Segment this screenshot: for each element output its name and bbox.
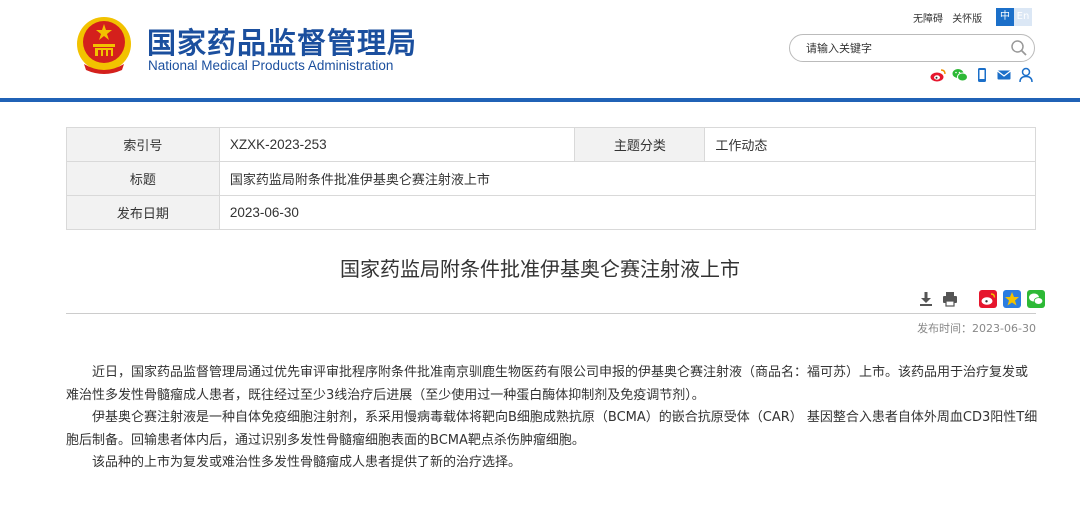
mobile-icon[interactable]: [974, 67, 990, 83]
share-qzone-icon[interactable]: [1003, 290, 1021, 308]
share-weibo-icon[interactable]: [979, 290, 997, 308]
article-paragraph: 伊基奥仑赛注射液是一种自体免疫细胞注射剂，系采用慢病毒载体将靶向B细胞成熟抗原（…: [66, 410, 1038, 448]
article-divider: [66, 313, 1036, 314]
top-links: 无障碍 关怀版: [913, 10, 988, 25]
search-input[interactable]: [806, 40, 1006, 57]
search-box: [789, 34, 1035, 62]
index-label: 索引号: [66, 127, 220, 162]
mail-icon[interactable]: [996, 67, 1012, 83]
date-value: 2023-06-30: [218, 195, 1037, 230]
national-emblem-icon: [77, 17, 131, 74]
index-value: XZXK-2023-253: [218, 127, 576, 162]
print-icon[interactable]: [941, 290, 959, 308]
download-icon[interactable]: [917, 290, 935, 308]
search-icon[interactable]: [1010, 39, 1028, 57]
title-label: 标题: [66, 161, 220, 196]
document-info-table: 索引号 XZXK-2023-253 主题分类 工作动态 标题 国家药监局附条件批…: [66, 127, 1037, 230]
site-header: 国家药品监督管理局 National Medical Products Admi…: [0, 0, 1080, 100]
category-label: 主题分类: [574, 127, 706, 162]
title-value: 国家药监局附条件批准伊基奥仑赛注射液上市: [218, 161, 1037, 196]
care-mode-link[interactable]: 关怀版: [952, 14, 982, 25]
wechat-icon[interactable]: [952, 67, 968, 83]
social-icons: [930, 67, 1034, 83]
user-icon[interactable]: [1018, 67, 1034, 83]
article-paragraph: 该品种的上市为复发或难治性多发性骨髓瘤成人患者提供了新的治疗选择。: [92, 455, 522, 470]
table-row: 标题 国家药监局附条件批准伊基奥仑赛注射液上市: [66, 161, 1037, 196]
article-body: 近日，国家药品监督管理局通过优先审评审批程序附条件批准南京驯鹿生物医药有限公司申…: [66, 362, 1038, 475]
lang-en-button[interactable]: En: [1014, 8, 1032, 26]
article-tools: [917, 290, 1045, 308]
publish-time: 发布时间：2023-06-30: [917, 322, 1036, 335]
article-paragraph: 近日，国家药品监督管理局通过优先审评审批程序附条件批准南京驯鹿生物医药有限公司申…: [66, 365, 1029, 403]
site-name-cn: 国家药品监督管理局: [147, 26, 418, 60]
share-wechat-icon[interactable]: [1027, 290, 1045, 308]
weibo-icon[interactable]: [930, 67, 946, 83]
category-value: 工作动态: [704, 127, 1036, 162]
article-title: 国家药监局附条件批准伊基奥仑赛注射液上市: [340, 257, 740, 281]
table-row: 索引号 XZXK-2023-253 主题分类 工作动态: [66, 127, 1036, 162]
header-divider-bar: [0, 98, 1080, 102]
language-switch: 中 En: [996, 8, 1032, 26]
date-label: 发布日期: [66, 195, 220, 230]
site-name-en: National Medical Products Administration: [148, 58, 394, 73]
lang-zh-button[interactable]: 中: [996, 8, 1014, 26]
accessibility-link[interactable]: 无障碍: [913, 14, 943, 25]
table-row: 发布日期 2023-06-30: [66, 195, 1037, 230]
